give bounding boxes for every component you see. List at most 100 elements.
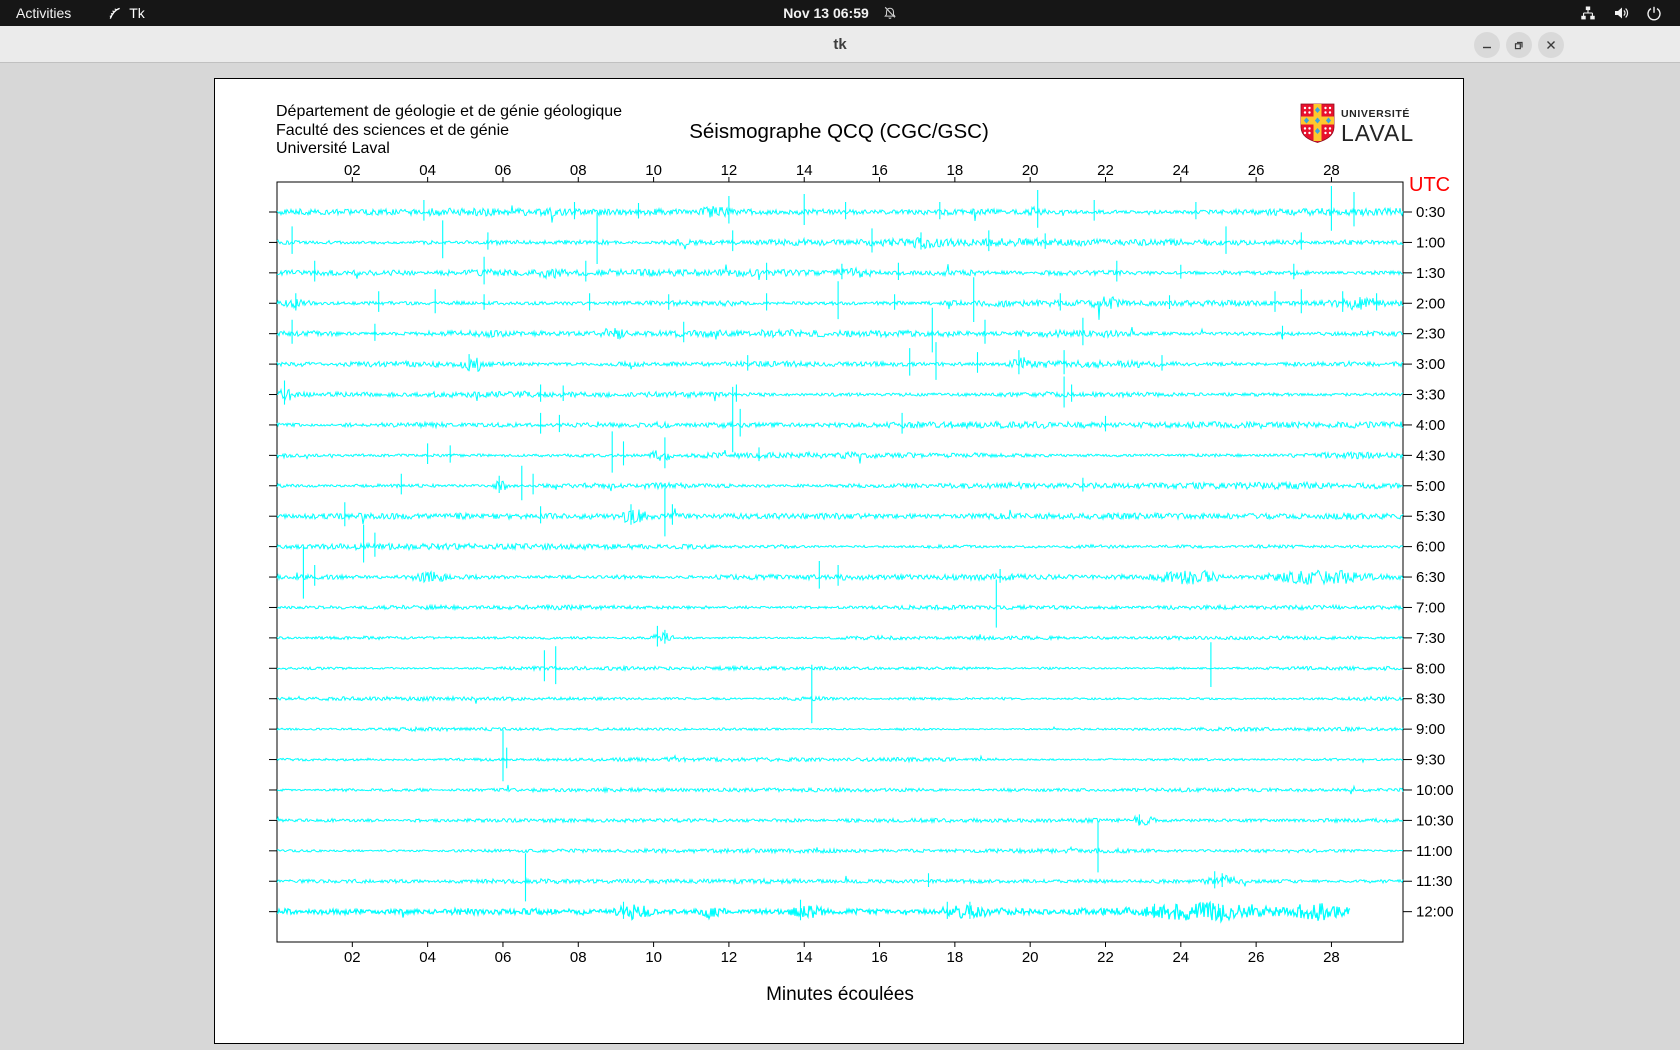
seismo-spikes xyxy=(295,277,1378,322)
x-tick-label-bottom: 28 xyxy=(1323,949,1340,966)
x-tick-label-top: 08 xyxy=(570,162,587,179)
seismo-trace xyxy=(276,387,1404,402)
x-tick-label-top: 18 xyxy=(947,162,964,179)
x-tick-label-top: 06 xyxy=(495,162,512,179)
network-wired-icon xyxy=(1580,5,1596,21)
seismo-trace xyxy=(276,725,1404,733)
seismo-trace xyxy=(276,326,1404,340)
trace-time-label: 2:30 xyxy=(1416,326,1445,343)
trace-time-label: 8:00 xyxy=(1416,660,1445,677)
seismo-trace xyxy=(276,874,1404,887)
seismo-trace xyxy=(276,205,1404,223)
x-tick-label-top: 20 xyxy=(1022,162,1039,179)
seismo-spikes xyxy=(427,431,760,473)
x-tick-label-bottom: 02 xyxy=(344,949,361,966)
seismo-spikes xyxy=(502,729,508,782)
x-tick-label-bottom: 22 xyxy=(1097,949,1114,966)
x-tick-label-top: 02 xyxy=(344,162,361,179)
seismo-spikes xyxy=(656,625,666,647)
logo-laval-label: LAVAL xyxy=(1341,120,1415,146)
notifications-muted-icon xyxy=(883,6,897,20)
system-status-area[interactable] xyxy=(1580,5,1680,21)
seismo-trace xyxy=(276,845,1404,855)
clock-label[interactable]: Nov 13 06:59 xyxy=(783,5,869,21)
seismo-spikes xyxy=(283,376,1073,408)
logo-universite-label: UNIVERSITÉ xyxy=(1341,108,1411,120)
seismo-spikes xyxy=(302,547,1001,599)
trace-time-label: 6:00 xyxy=(1416,539,1445,556)
seismo-trace xyxy=(276,357,1404,372)
tk-feather-icon xyxy=(107,6,122,21)
seismo-trace xyxy=(276,236,1404,250)
app-name-label: Tk xyxy=(129,5,145,21)
x-tick-label-bottom: 08 xyxy=(570,949,587,966)
seismo-spikes xyxy=(291,307,1284,353)
x-tick-label-top: 28 xyxy=(1323,162,1340,179)
trace-time-label: 7:00 xyxy=(1416,599,1445,616)
trace-time-label: 5:00 xyxy=(1416,478,1445,495)
universite-laval-logo: UNIVERSITÉ LAVAL xyxy=(1300,103,1414,147)
maximize-button[interactable] xyxy=(1506,31,1532,58)
x-tick-label-top: 04 xyxy=(419,162,436,179)
x-tick-label-top: 22 xyxy=(1097,162,1114,179)
trace-time-label: 9:30 xyxy=(1416,752,1445,769)
trace-time-label: 8:30 xyxy=(1416,691,1445,708)
x-tick-label-top: 26 xyxy=(1248,162,1265,179)
trace-time-label: 1:00 xyxy=(1416,234,1445,251)
plot-title: Séismographe QCQ (CGC/GSC) xyxy=(689,120,989,143)
window-titlebar[interactable]: tk xyxy=(0,26,1680,63)
power-icon xyxy=(1646,5,1662,21)
close-button[interactable] xyxy=(1538,31,1564,58)
seismo-trace xyxy=(276,508,1404,525)
x-tick-label-bottom: 20 xyxy=(1022,949,1039,966)
minimize-button[interactable] xyxy=(1474,31,1500,58)
utc-label: UTC xyxy=(1409,174,1450,196)
seismo-spikes xyxy=(524,853,1223,902)
minimize-icon xyxy=(1483,46,1491,48)
seismo-trace xyxy=(276,814,1404,826)
seismo-trace xyxy=(276,900,1351,924)
trace-time-label: 4:00 xyxy=(1416,417,1445,434)
seismo-spikes xyxy=(543,642,1212,687)
x-tick-label-bottom: 24 xyxy=(1172,949,1189,966)
seismo-spikes xyxy=(291,212,1302,264)
trace-time-label: 0:30 xyxy=(1416,204,1445,221)
trace-time-label: 1:30 xyxy=(1416,265,1445,282)
seismo-trace xyxy=(276,754,1404,764)
window-title: tk xyxy=(833,35,847,53)
x-tick-label-top: 10 xyxy=(645,162,662,179)
x-tick-label-bottom: 12 xyxy=(721,949,738,966)
x-tick-label-bottom: 18 xyxy=(947,949,964,966)
seismograph-canvas: 02 02 04 04 06 06 08 08 10 10 12 12 14 14 16 16 18 18 20 20… xyxy=(214,78,1464,1044)
seismo-trace xyxy=(276,449,1404,464)
x-tick-label-bottom: 14 xyxy=(796,949,813,966)
seismo-trace xyxy=(276,420,1404,430)
x-tick-label-top: 16 xyxy=(871,162,888,179)
laval-logo-text: UNIVERSITÉ LAVAL xyxy=(1341,103,1414,147)
tk-window-content: 02 02 04 04 06 06 08 08 10 10 12 12 14 14 16 16 18 18 20 20… xyxy=(0,64,1680,1050)
x-axis-title: Minutes écoulées xyxy=(766,984,914,1005)
trace-time-label: 10:30 xyxy=(1416,812,1454,829)
activities-button[interactable]: Activities xyxy=(16,5,71,21)
x-tick-label-bottom: 26 xyxy=(1248,949,1265,966)
x-tick-label-top: 24 xyxy=(1172,162,1189,179)
trace-time-label: 6:30 xyxy=(1416,569,1445,586)
seismo-trace xyxy=(276,664,1404,672)
plot-border xyxy=(276,181,1404,943)
seismo-spikes xyxy=(423,186,1355,231)
trace-time-label: 12:00 xyxy=(1416,904,1454,921)
focused-app-menu[interactable]: Tk xyxy=(107,5,145,21)
gnome-top-bar: Activities Tk Nov 13 06:59 xyxy=(0,0,1680,26)
trace-time-label: 10:00 xyxy=(1416,782,1454,799)
seismo-trace xyxy=(276,569,1404,586)
trace-time-label: 11:30 xyxy=(1416,873,1452,890)
trace-time-label: 4:30 xyxy=(1416,447,1445,464)
x-tick-label-bottom: 10 xyxy=(645,949,662,966)
seismo-trace xyxy=(276,296,1404,320)
seismo-trace xyxy=(276,694,1404,704)
x-tick-label-bottom: 16 xyxy=(871,949,888,966)
seismo-spikes xyxy=(540,386,1107,453)
desktop: Activities Tk Nov 13 06:59 tk 02 02 04 0… xyxy=(0,0,1680,1050)
x-tick-label-bottom: 06 xyxy=(495,949,512,966)
x-tick-label-top: 12 xyxy=(721,162,738,179)
